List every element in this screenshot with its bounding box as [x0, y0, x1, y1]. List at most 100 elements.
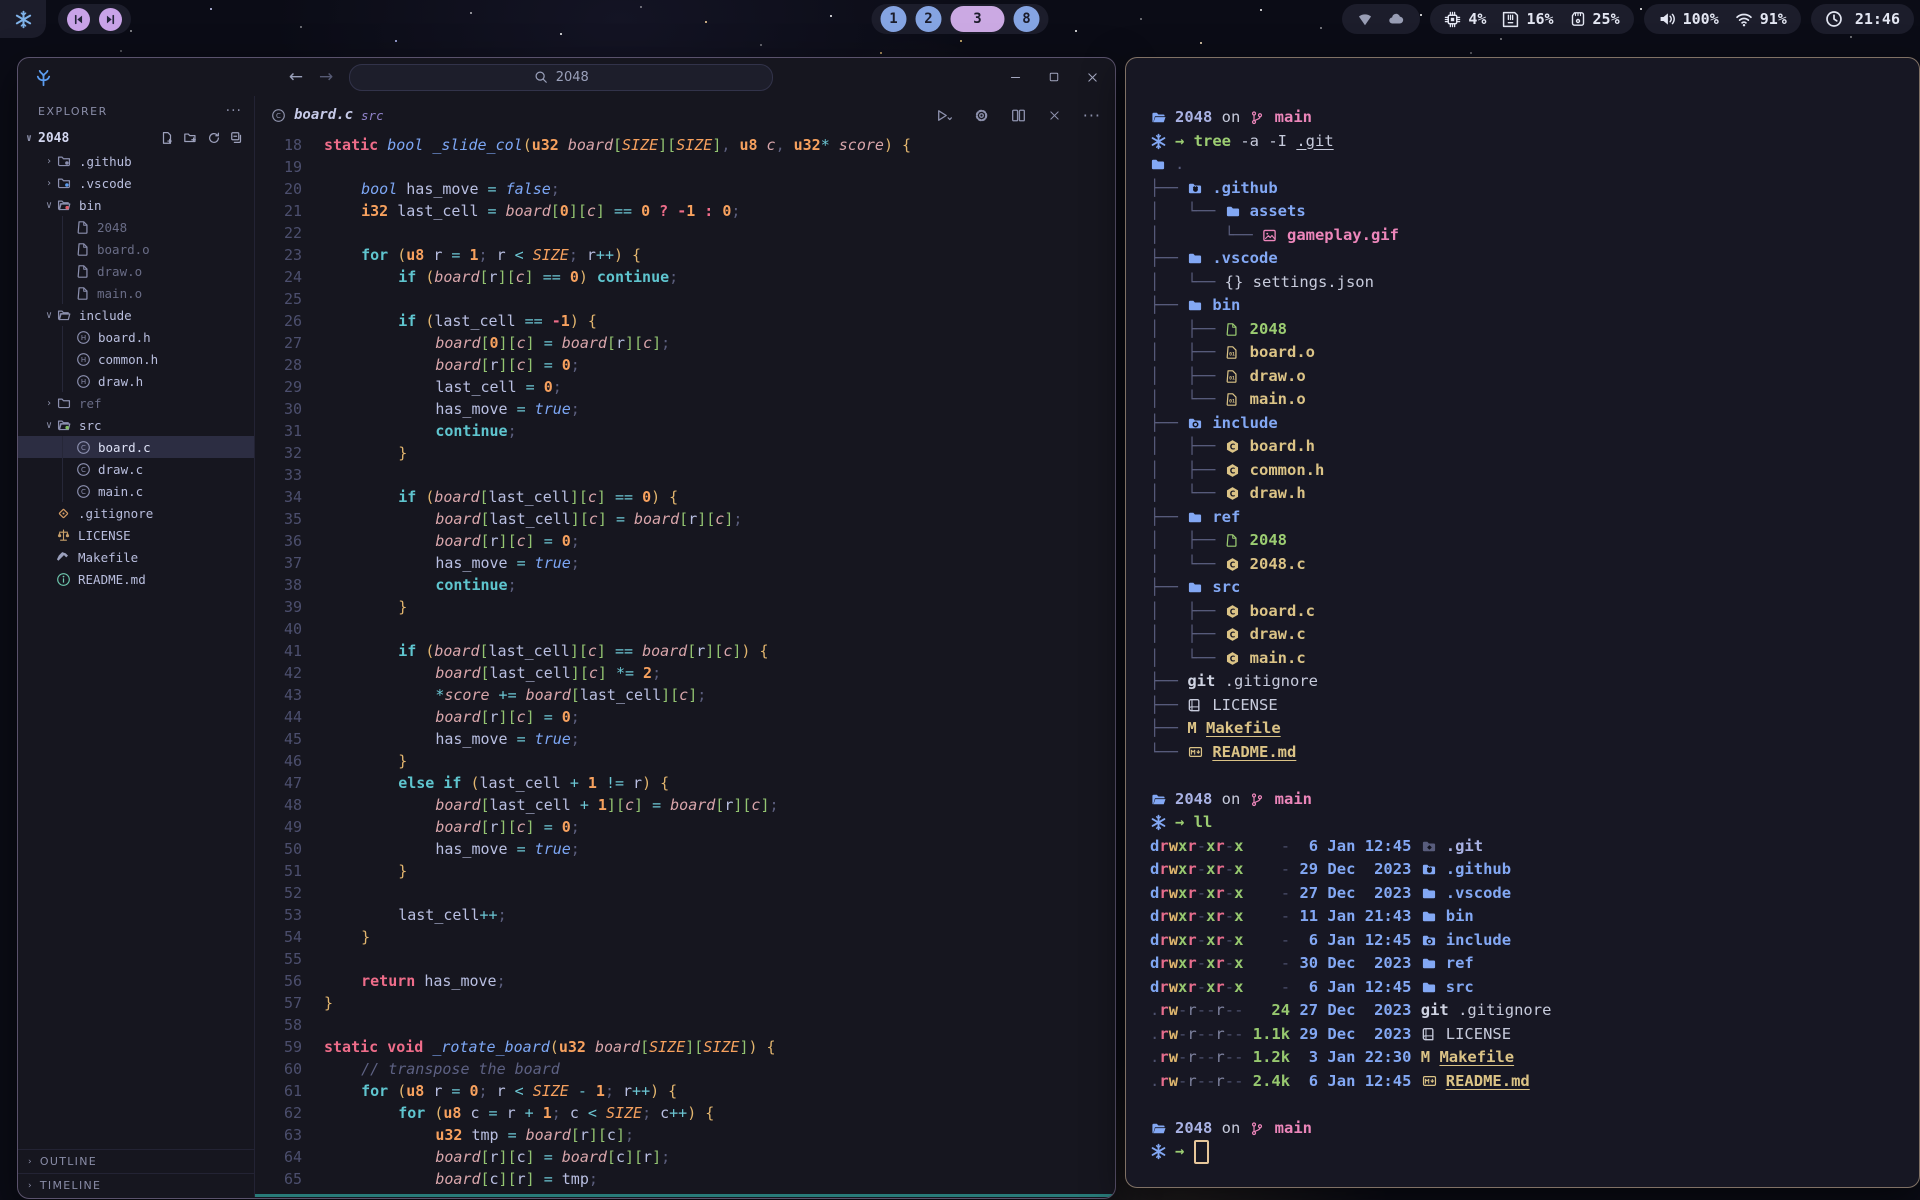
minimize-button[interactable] [1009, 71, 1022, 84]
tree-row-.github[interactable]: ›.github [18, 150, 254, 172]
code-area[interactable]: 18static bool _slide_col(u32 board[SIZE]… [255, 134, 1115, 1191]
nav-forward-icon[interactable]: → [319, 67, 333, 87]
code-line-56[interactable]: 56return has_move; [255, 970, 1115, 992]
split-editor-icon[interactable] [1011, 108, 1026, 123]
code-line-59[interactable]: 59static void _rotate_board(u32 board[SI… [255, 1036, 1115, 1058]
chevron-down-icon[interactable]: ∨ [42, 200, 56, 211]
tree-row-Makefile[interactable]: Makefile [18, 546, 254, 568]
tree-row-src[interactable]: ∨src [18, 414, 254, 436]
outline-panel-header[interactable]: › OUTLINE [18, 1149, 254, 1173]
code-line-43[interactable]: 43*score += board[last_cell][c]; [255, 684, 1115, 706]
speaker-icon[interactable] [1658, 10, 1676, 28]
tree-root-row[interactable]: ∨ 2048 [18, 126, 254, 150]
tree-row-.vscode[interactable]: ›.vscode [18, 172, 254, 194]
code-line-20[interactable]: 20bool has_move = false; [255, 178, 1115, 200]
tree-row-bin[interactable]: ∨bin [18, 194, 254, 216]
nav-back-icon[interactable]: ← [289, 67, 303, 87]
code-line-48[interactable]: 48board[last_cell + 1][c] = board[r][c]; [255, 794, 1115, 816]
collapse-all-icon[interactable] [230, 131, 244, 145]
tree-row-board.o[interactable]: board.o [18, 238, 254, 260]
code-line-60[interactable]: 60// transpose the board [255, 1058, 1115, 1080]
nix-launcher-button[interactable] [0, 0, 46, 38]
tree-row-LICENSE[interactable]: LICENSE [18, 524, 254, 546]
code-line-55[interactable]: 55 [255, 948, 1115, 970]
code-line-24[interactable]: 24if (board[r][c] == 0) continue; [255, 266, 1115, 288]
workspace-3[interactable]: 3 [951, 6, 1005, 32]
code-line-21[interactable]: 21i32 last_cell = board[0][c] == 0 ? -1 … [255, 200, 1115, 222]
code-line-49[interactable]: 49board[r][c] = 0; [255, 816, 1115, 838]
code-line-18[interactable]: 18static bool _slide_col(u32 board[SIZE]… [255, 134, 1115, 156]
close-editor-icon[interactable] [1048, 109, 1061, 122]
more-actions-icon[interactable]: ··· [1083, 106, 1101, 125]
code-line-61[interactable]: 61for (u8 r = 0; r < SIZE - 1; r++) { [255, 1080, 1115, 1102]
code-line-38[interactable]: 38continue; [255, 574, 1115, 596]
code-line-45[interactable]: 45has_move = true; [255, 728, 1115, 750]
wifi-icon[interactable] [1735, 10, 1753, 28]
code-line-36[interactable]: 36board[r][c] = 0; [255, 530, 1115, 552]
tree-row-common.h[interactable]: Hcommon.h [18, 348, 254, 370]
code-line-39[interactable]: 39} [255, 596, 1115, 618]
media-prev-button[interactable] [67, 8, 90, 31]
chevron-right-icon[interactable]: › [42, 156, 56, 167]
tree-row-board.h[interactable]: Hboard.h [18, 326, 254, 348]
code-line-28[interactable]: 28board[r][c] = 0; [255, 354, 1115, 376]
titlebar[interactable]: ← → 2048 [18, 58, 1115, 96]
tree-row-.gitignore[interactable]: .gitignore [18, 502, 254, 524]
chevron-right-icon[interactable]: › [42, 178, 56, 189]
explorer-more-icon[interactable]: ··· [226, 103, 242, 119]
command-center-search[interactable]: 2048 [349, 64, 773, 91]
tree-row-draw.o[interactable]: draw.o [18, 260, 254, 282]
code-line-41[interactable]: 41if (board[last_cell][c] == board[r][c]… [255, 640, 1115, 662]
timeline-panel-header[interactable]: › TIMELINE [18, 1173, 254, 1197]
code-line-50[interactable]: 50has_move = true; [255, 838, 1115, 860]
code-line-53[interactable]: 53last_cell++; [255, 904, 1115, 926]
workspace-8[interactable]: 8 [1014, 6, 1040, 32]
media-next-button[interactable] [99, 8, 122, 31]
code-line-35[interactable]: 35board[last_cell][c] = board[r][c]; [255, 508, 1115, 530]
terminal-window[interactable]: 2048 on main→ tree -a -I .git.├── .githu… [1125, 57, 1920, 1188]
chevron-right-icon[interactable]: › [42, 398, 56, 409]
code-line-32[interactable]: 32} [255, 442, 1115, 464]
tree-row-ref[interactable]: ›ref [18, 392, 254, 414]
tree-row-draw.c[interactable]: Cdraw.c [18, 458, 254, 480]
run-button-icon[interactable] [932, 108, 952, 123]
new-folder-icon[interactable] [183, 131, 198, 145]
chevron-down-icon[interactable]: ∨ [42, 420, 56, 431]
chevron-down-icon[interactable]: ∨ [42, 310, 56, 321]
tree-row-2048[interactable]: 2048 [18, 216, 254, 238]
code-line-57[interactable]: 57} [255, 992, 1115, 1014]
code-line-31[interactable]: 31continue; [255, 420, 1115, 442]
code-line-46[interactable]: 46} [255, 750, 1115, 772]
code-line-30[interactable]: 30has_move = true; [255, 398, 1115, 420]
code-line-44[interactable]: 44board[r][c] = 0; [255, 706, 1115, 728]
code-line-25[interactable]: 25 [255, 288, 1115, 310]
code-line-29[interactable]: 29last_cell = 0; [255, 376, 1115, 398]
new-file-icon[interactable] [160, 131, 174, 145]
code-line-37[interactable]: 37has_move = true; [255, 552, 1115, 574]
code-line-51[interactable]: 51} [255, 860, 1115, 882]
code-line-34[interactable]: 34if (board[last_cell][c] == 0) { [255, 486, 1115, 508]
code-line-23[interactable]: 23for (u8 r = 1; r < SIZE; r++) { [255, 244, 1115, 266]
tree-row-README.md[interactable]: README.md [18, 568, 254, 590]
code-line-27[interactable]: 27board[0][c] = board[r][c]; [255, 332, 1115, 354]
code-line-19[interactable]: 19 [255, 156, 1115, 178]
code-line-22[interactable]: 22 [255, 222, 1115, 244]
editor-pane[interactable]: C board.c src ··· 18static bool _slide_c… [255, 96, 1115, 1197]
code-line-40[interactable]: 40 [255, 618, 1115, 640]
workspace-2[interactable]: 2 [916, 6, 942, 32]
tree-row-main.o[interactable]: main.o [18, 282, 254, 304]
tab-board-c[interactable]: C board.c src [271, 107, 384, 123]
code-line-65[interactable]: 65board[c][r] = tmp; [255, 1168, 1115, 1190]
code-line-63[interactable]: 63u32 tmp = board[r][c]; [255, 1124, 1115, 1146]
horizontal-scrollbar[interactable] [255, 1194, 1115, 1197]
code-line-54[interactable]: 54} [255, 926, 1115, 948]
code-line-47[interactable]: 47else if (last_cell + 1 != r) { [255, 772, 1115, 794]
settings-gear-icon[interactable] [974, 108, 989, 123]
code-line-33[interactable]: 33 [255, 464, 1115, 486]
refresh-icon[interactable] [207, 131, 221, 145]
close-button[interactable] [1086, 71, 1099, 84]
code-line-64[interactable]: 64board[r][c] = board[c][r]; [255, 1146, 1115, 1168]
tree-row-board.c[interactable]: Cboard.c [18, 436, 254, 458]
maximize-button[interactable] [1048, 71, 1060, 83]
code-line-62[interactable]: 62for (u8 c = r + 1; c < SIZE; c++) { [255, 1102, 1115, 1124]
